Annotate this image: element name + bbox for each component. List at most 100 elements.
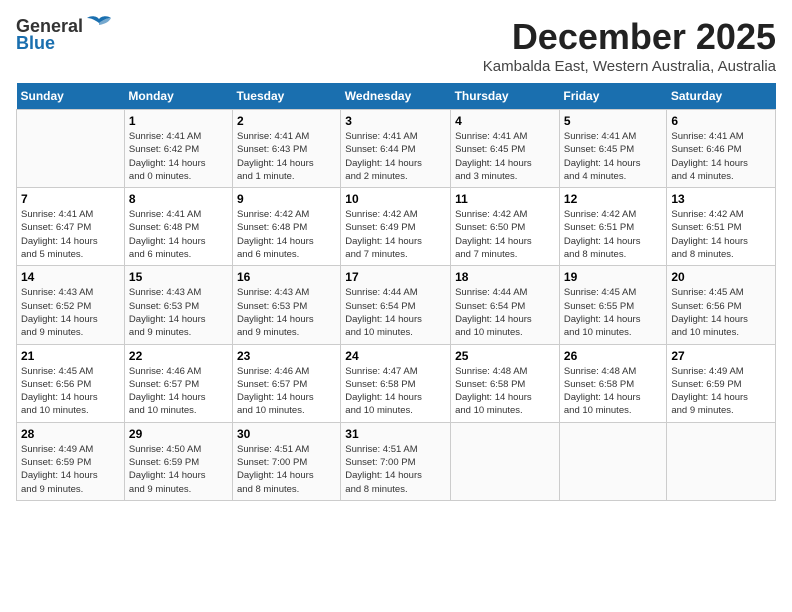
table-row: 2 Sunrise: 4:41 AM Sunset: 6:43 PM Daylig… xyxy=(233,110,341,188)
day-detail: Sunrise: 4:41 AM Sunset: 6:45 PM Dayligh… xyxy=(564,130,662,183)
day-number: 9 xyxy=(237,192,336,206)
day-detail: Sunrise: 4:45 AM Sunset: 6:56 PM Dayligh… xyxy=(671,286,771,339)
day-detail: Sunrise: 4:49 AM Sunset: 6:59 PM Dayligh… xyxy=(671,365,771,418)
header-wednesday: Wednesday xyxy=(341,83,451,110)
page-header: General Blue December 2025 Kambalda East… xyxy=(16,16,776,75)
table-row xyxy=(17,110,125,188)
day-number: 13 xyxy=(671,192,771,206)
table-row: 5 Sunrise: 4:41 AM Sunset: 6:45 PM Daylig… xyxy=(559,110,666,188)
day-number: 18 xyxy=(455,270,555,284)
table-row: 11 Sunrise: 4:42 AM Sunset: 6:50 PM Dayli… xyxy=(451,188,560,266)
day-number: 20 xyxy=(671,270,771,284)
table-row: 26 Sunrise: 4:48 AM Sunset: 6:58 PM Dayli… xyxy=(559,344,666,422)
table-row: 10Sunrise: 4:42 AM Sunset: 6:49 PM Dayli… xyxy=(341,188,451,266)
day-number: 23 xyxy=(237,349,336,363)
location-subtitle: Kambalda East, Western Australia, Austra… xyxy=(483,58,776,75)
day-number: 4 xyxy=(455,114,555,128)
logo-blue-text: Blue xyxy=(16,33,55,54)
table-row: 29 Sunrise: 4:50 AM Sunset: 6:59 PM Dayli… xyxy=(124,422,232,500)
day-detail: Sunrise: 4:45 AM Sunset: 6:56 PM Dayligh… xyxy=(21,365,120,418)
day-number: 8 xyxy=(129,192,228,206)
day-detail: Sunrise: 4:41 AM Sunset: 6:44 PM Dayligh… xyxy=(345,130,446,183)
table-row: 4 Sunrise: 4:41 AM Sunset: 6:45 PM Daylig… xyxy=(451,110,560,188)
day-number: 7 xyxy=(21,192,120,206)
day-detail: Sunrise: 4:43 AM Sunset: 6:53 PM Dayligh… xyxy=(129,286,228,339)
day-detail: Sunrise: 4:49 AM Sunset: 6:59 PM Dayligh… xyxy=(21,443,120,496)
day-detail: Sunrise: 4:50 AM Sunset: 6:59 PM Dayligh… xyxy=(129,443,228,496)
day-number: 22 xyxy=(129,349,228,363)
table-row: 21 Sunrise: 4:45 AM Sunset: 6:56 PM Dayli… xyxy=(17,344,125,422)
day-number: 29 xyxy=(129,427,228,441)
day-detail: Sunrise: 4:47 AM Sunset: 6:58 PM Dayligh… xyxy=(345,365,446,418)
day-number: 17 xyxy=(345,270,446,284)
day-number: 10 xyxy=(345,192,446,206)
table-row: 12 Sunrise: 4:42 AM Sunset: 6:51 PM Dayli… xyxy=(559,188,666,266)
table-row: 22 Sunrise: 4:46 AM Sunset: 6:57 PM Dayli… xyxy=(124,344,232,422)
day-number: 12 xyxy=(564,192,662,206)
day-detail: Sunrise: 4:48 AM Sunset: 6:58 PM Dayligh… xyxy=(564,365,662,418)
table-row: 9 Sunrise: 4:42 AM Sunset: 6:48 PM Daylig… xyxy=(233,188,341,266)
day-number: 21 xyxy=(21,349,120,363)
day-detail: Sunrise: 4:44 AM Sunset: 6:54 PM Dayligh… xyxy=(455,286,555,339)
header-monday: Monday xyxy=(124,83,232,110)
table-row: 31 Sunrise: 4:51 AM Sunset: 7:00 PM Dayli… xyxy=(341,422,451,500)
day-detail: Sunrise: 4:48 AM Sunset: 6:58 PM Dayligh… xyxy=(455,365,555,418)
table-row: 13 Sunrise: 4:42 AM Sunset: 6:51 PM Dayli… xyxy=(667,188,776,266)
calendar-week-row: 1 Sunrise: 4:41 AM Sunset: 6:42 PM Daylig… xyxy=(17,110,776,188)
table-row: 28 Sunrise: 4:49 AM Sunset: 6:59 PM Dayli… xyxy=(17,422,125,500)
table-row: 3 Sunrise: 4:41 AM Sunset: 6:44 PM Daylig… xyxy=(341,110,451,188)
table-row: 14Sunrise: 4:43 AM Sunset: 6:52 PM Dayli… xyxy=(17,266,125,344)
day-number: 15 xyxy=(129,270,228,284)
calendar-week-row: 14Sunrise: 4:43 AM Sunset: 6:52 PM Dayli… xyxy=(17,266,776,344)
day-detail: Sunrise: 4:42 AM Sunset: 6:50 PM Dayligh… xyxy=(455,208,555,261)
logo-bird-icon xyxy=(85,15,113,35)
day-detail: Sunrise: 4:44 AM Sunset: 6:54 PM Dayligh… xyxy=(345,286,446,339)
day-number: 3 xyxy=(345,114,446,128)
day-detail: Sunrise: 4:41 AM Sunset: 6:43 PM Dayligh… xyxy=(237,130,336,183)
logo: General Blue xyxy=(16,16,113,54)
table-row: 15 Sunrise: 4:43 AM Sunset: 6:53 PM Dayli… xyxy=(124,266,232,344)
day-number: 25 xyxy=(455,349,555,363)
day-number: 30 xyxy=(237,427,336,441)
day-number: 2 xyxy=(237,114,336,128)
day-detail: Sunrise: 4:41 AM Sunset: 6:48 PM Dayligh… xyxy=(129,208,228,261)
table-row: 6 Sunrise: 4:41 AM Sunset: 6:46 PM Daylig… xyxy=(667,110,776,188)
table-row: 30Sunrise: 4:51 AM Sunset: 7:00 PM Dayli… xyxy=(233,422,341,500)
day-detail: Sunrise: 4:42 AM Sunset: 6:51 PM Dayligh… xyxy=(564,208,662,261)
table-row: 18 Sunrise: 4:44 AM Sunset: 6:54 PM Dayli… xyxy=(451,266,560,344)
table-row xyxy=(559,422,666,500)
table-row: 16Sunrise: 4:43 AM Sunset: 6:53 PM Dayli… xyxy=(233,266,341,344)
day-number: 19 xyxy=(564,270,662,284)
day-detail: Sunrise: 4:51 AM Sunset: 7:00 PM Dayligh… xyxy=(345,443,446,496)
day-detail: Sunrise: 4:46 AM Sunset: 6:57 PM Dayligh… xyxy=(129,365,228,418)
table-row: 19Sunrise: 4:45 AM Sunset: 6:55 PM Dayli… xyxy=(559,266,666,344)
day-detail: Sunrise: 4:43 AM Sunset: 6:52 PM Dayligh… xyxy=(21,286,120,339)
day-number: 5 xyxy=(564,114,662,128)
day-number: 16 xyxy=(237,270,336,284)
day-detail: Sunrise: 4:41 AM Sunset: 6:45 PM Dayligh… xyxy=(455,130,555,183)
title-area: December 2025 Kambalda East, Western Aus… xyxy=(483,16,776,75)
day-detail: Sunrise: 4:41 AM Sunset: 6:47 PM Dayligh… xyxy=(21,208,120,261)
day-number: 24 xyxy=(345,349,446,363)
day-detail: Sunrise: 4:42 AM Sunset: 6:48 PM Dayligh… xyxy=(237,208,336,261)
day-number: 1 xyxy=(129,114,228,128)
header-thursday: Thursday xyxy=(451,83,560,110)
table-row: 27Sunrise: 4:49 AM Sunset: 6:59 PM Dayli… xyxy=(667,344,776,422)
day-number: 26 xyxy=(564,349,662,363)
day-number: 11 xyxy=(455,192,555,206)
day-number: 6 xyxy=(671,114,771,128)
header-saturday: Saturday xyxy=(667,83,776,110)
calendar-table: Sunday Monday Tuesday Wednesday Thursday… xyxy=(16,83,776,501)
day-detail: Sunrise: 4:42 AM Sunset: 6:51 PM Dayligh… xyxy=(671,208,771,261)
calendar-week-row: 28 Sunrise: 4:49 AM Sunset: 6:59 PM Dayli… xyxy=(17,422,776,500)
day-detail: Sunrise: 4:41 AM Sunset: 6:42 PM Dayligh… xyxy=(129,130,228,183)
day-number: 28 xyxy=(21,427,120,441)
table-row: 17 Sunrise: 4:44 AM Sunset: 6:54 PM Dayli… xyxy=(341,266,451,344)
table-row: 20 Sunrise: 4:45 AM Sunset: 6:56 PM Dayli… xyxy=(667,266,776,344)
weekday-header-row: Sunday Monday Tuesday Wednesday Thursday… xyxy=(17,83,776,110)
day-detail: Sunrise: 4:41 AM Sunset: 6:46 PM Dayligh… xyxy=(671,130,771,183)
table-row xyxy=(667,422,776,500)
month-title: December 2025 xyxy=(483,16,776,58)
calendar-week-row: 7 Sunrise: 4:41 AM Sunset: 6:47 PM Daylig… xyxy=(17,188,776,266)
day-number: 31 xyxy=(345,427,446,441)
